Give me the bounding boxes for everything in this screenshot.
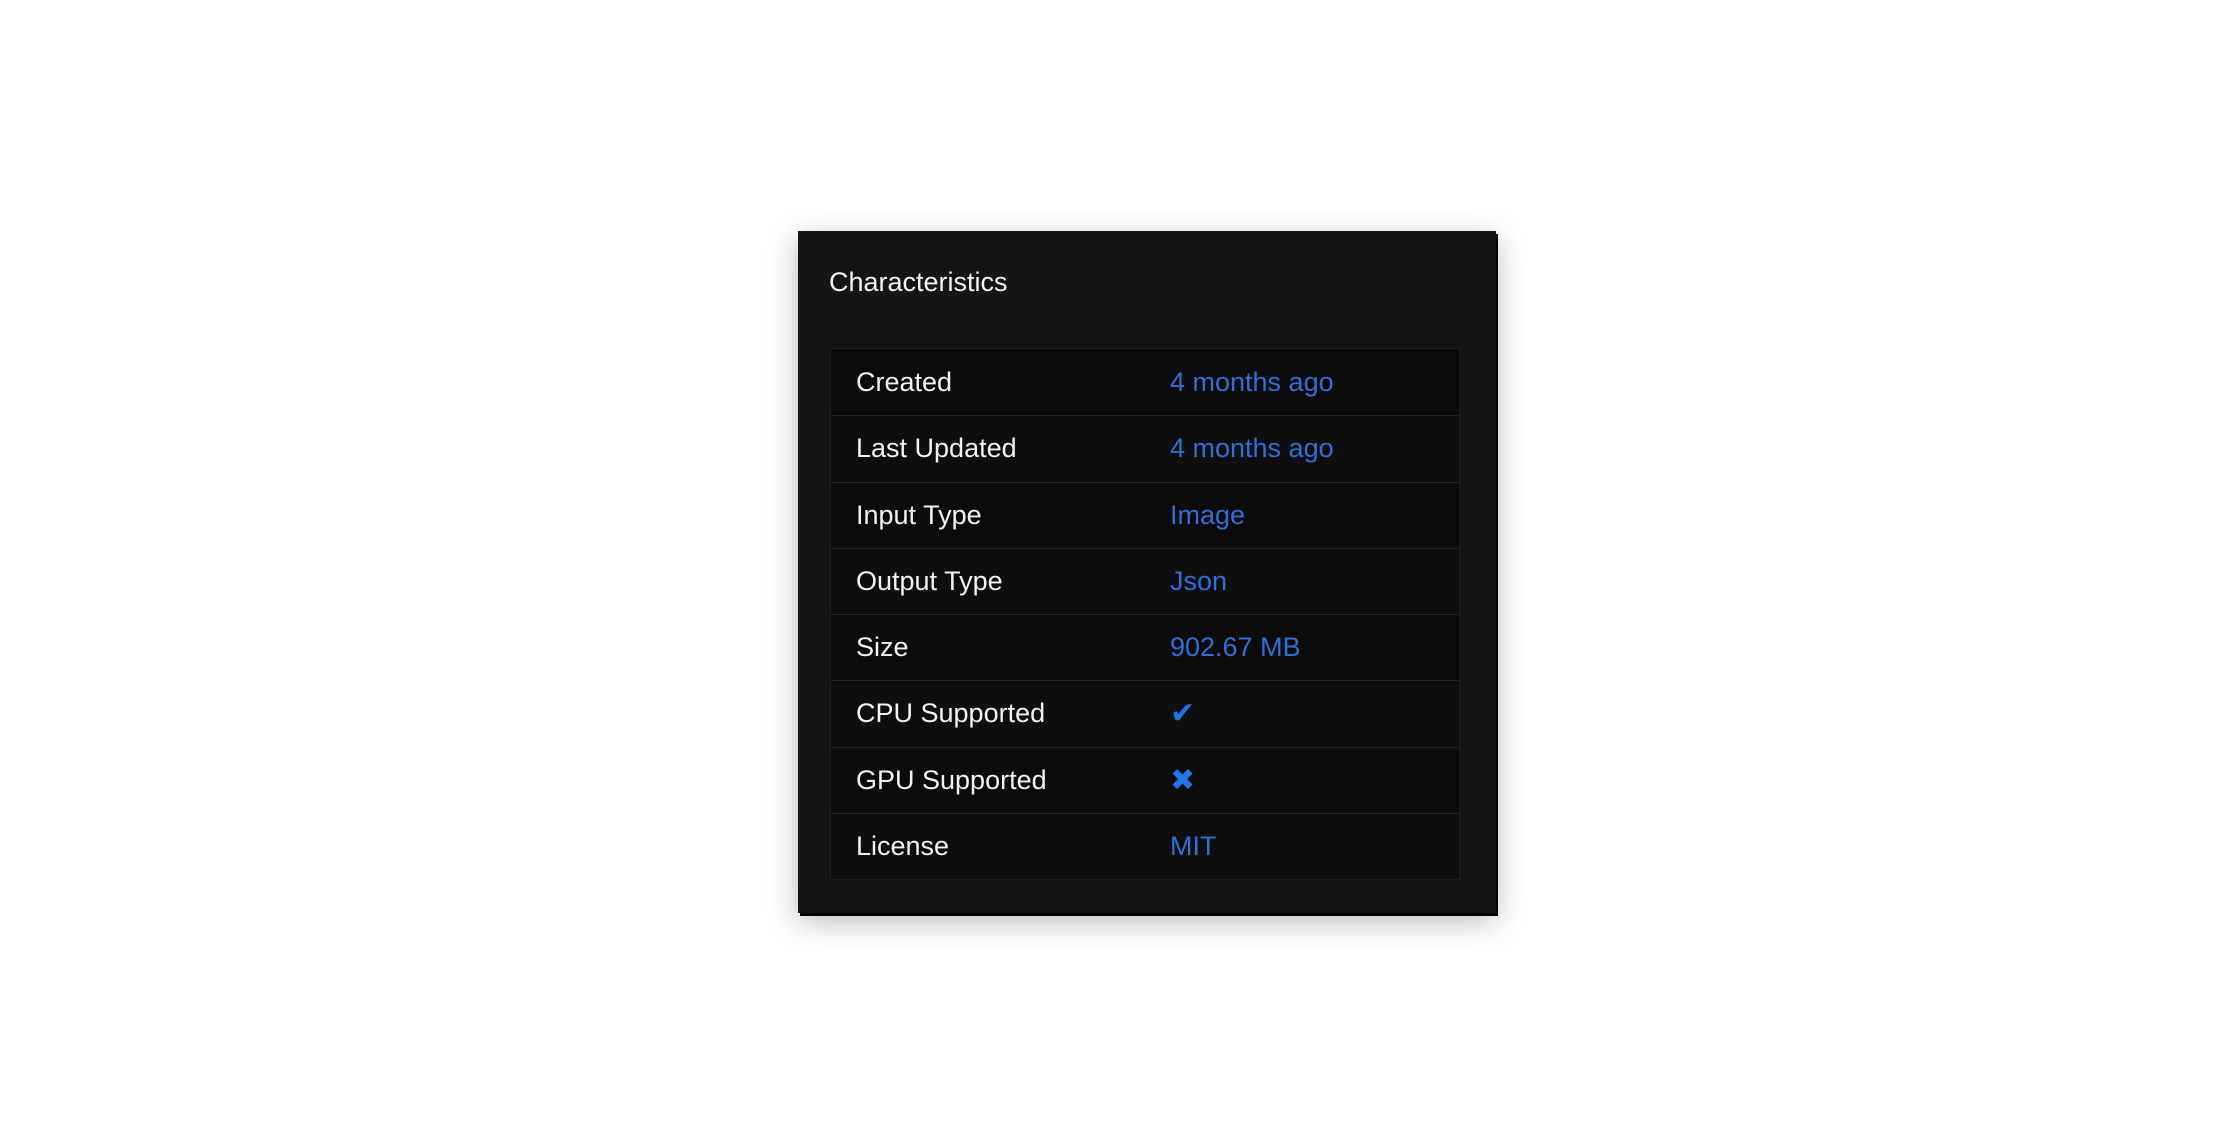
input-type-value: Image: [1170, 499, 1246, 530]
input-type-label: Input Type: [856, 499, 982, 530]
table-row-gpu-supported: GPU Supported ✖: [831, 746, 1459, 813]
license-value: MIT: [1170, 830, 1217, 861]
table-row-license: License MIT: [831, 812, 1459, 879]
table-row-cpu-supported: CPU Supported ✔: [831, 680, 1459, 747]
gpu-supported-label: GPU Supported: [856, 764, 1047, 795]
license-label: License: [856, 830, 950, 861]
last-updated-label: Last Updated: [856, 433, 1017, 464]
table-row-size: Size 902.67 MB: [831, 614, 1459, 681]
table-row-created: Created 4 months ago: [831, 349, 1459, 416]
table-row-last-updated: Last Updated 4 months ago: [831, 415, 1459, 482]
size-label: Size: [856, 632, 909, 663]
table-row-input-type: Input Type Image: [831, 481, 1459, 548]
panel-title: Characteristics: [829, 267, 1008, 297]
last-updated-value: 4 months ago: [1170, 433, 1334, 464]
created-value: 4 months ago: [1170, 366, 1334, 397]
cross-icon: ✖: [1170, 762, 1196, 798]
check-icon: ✔: [1170, 696, 1196, 732]
output-type-label: Output Type: [856, 565, 1003, 596]
size-value: 902.67 MB: [1170, 632, 1301, 663]
table-row-output-type: Output Type Json: [831, 547, 1459, 614]
cpu-supported-label: CPU Supported: [856, 698, 1046, 729]
characteristics-table: Created 4 months ago Last Updated 4 mont…: [830, 348, 1460, 880]
output-type-value: Json: [1170, 565, 1228, 596]
characteristics-panel: Characteristics Created 4 months ago Las…: [798, 231, 1496, 913]
created-label: Created: [856, 366, 953, 397]
